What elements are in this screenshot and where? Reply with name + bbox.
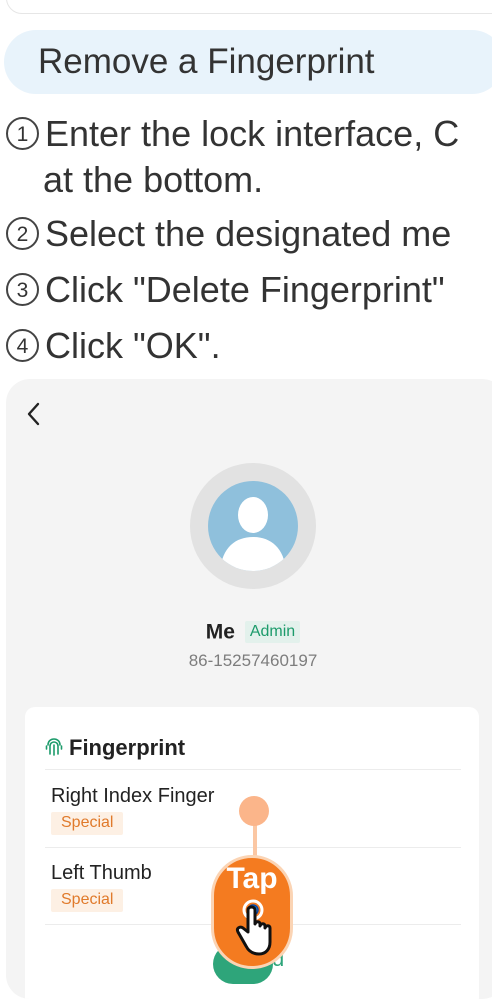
step-4: 4 Click "OK". (6, 326, 221, 366)
step-1-number: 1 (6, 116, 39, 150)
fingerprint-title-text: Fingerprint (69, 735, 186, 760)
user-name: Me (205, 620, 235, 644)
user-phone: 86-15257460197 (188, 651, 318, 670)
fingerprint-section-title: Fingerprint (45, 735, 185, 761)
chevron-left-icon[interactable] (24, 401, 46, 427)
step-2: 2 Select the designated me (6, 214, 451, 254)
hand-pointer-icon (236, 899, 272, 956)
special-badge: Special (51, 889, 124, 912)
user-silhouette-icon (220, 497, 286, 571)
user-name-row: Me Admin (6, 620, 492, 644)
step-4-text: Click "OK". (45, 325, 221, 366)
step-4-number: 4 (6, 328, 39, 362)
step-1: 1 Enter the lock interface, C (6, 114, 459, 154)
tap-pointer-dot (239, 796, 269, 826)
section-header: Remove a Fingerprint (4, 30, 492, 94)
tap-label: Tap (226, 862, 278, 895)
previous-card-edge (6, 0, 492, 14)
step-1-continuation: at the bottom. (43, 159, 264, 200)
fingerprint-icon (45, 738, 63, 756)
step-3-text: Click "Delete Fingerprint" (45, 269, 445, 310)
fingerprint-item-left-thumb[interactable]: Left Thumb (51, 862, 152, 885)
step-3: 3 Click "Delete Fingerprint" (6, 270, 445, 310)
divider (45, 769, 461, 770)
step-2-text: Select the designated me (45, 213, 452, 254)
section-title: Remove a Fingerprint (38, 42, 375, 81)
special-badge: Special (51, 812, 124, 835)
fingerprint-item-right-index[interactable]: Right Index Finger (51, 785, 214, 808)
admin-badge: Admin (244, 621, 301, 644)
step-2-number: 2 (6, 216, 39, 250)
avatar-image (208, 481, 298, 571)
step-1-text: Enter the lock interface, C (45, 113, 460, 154)
tap-indicator: Tap (211, 855, 293, 969)
avatar (190, 463, 316, 589)
step-3-number: 3 (6, 272, 39, 306)
